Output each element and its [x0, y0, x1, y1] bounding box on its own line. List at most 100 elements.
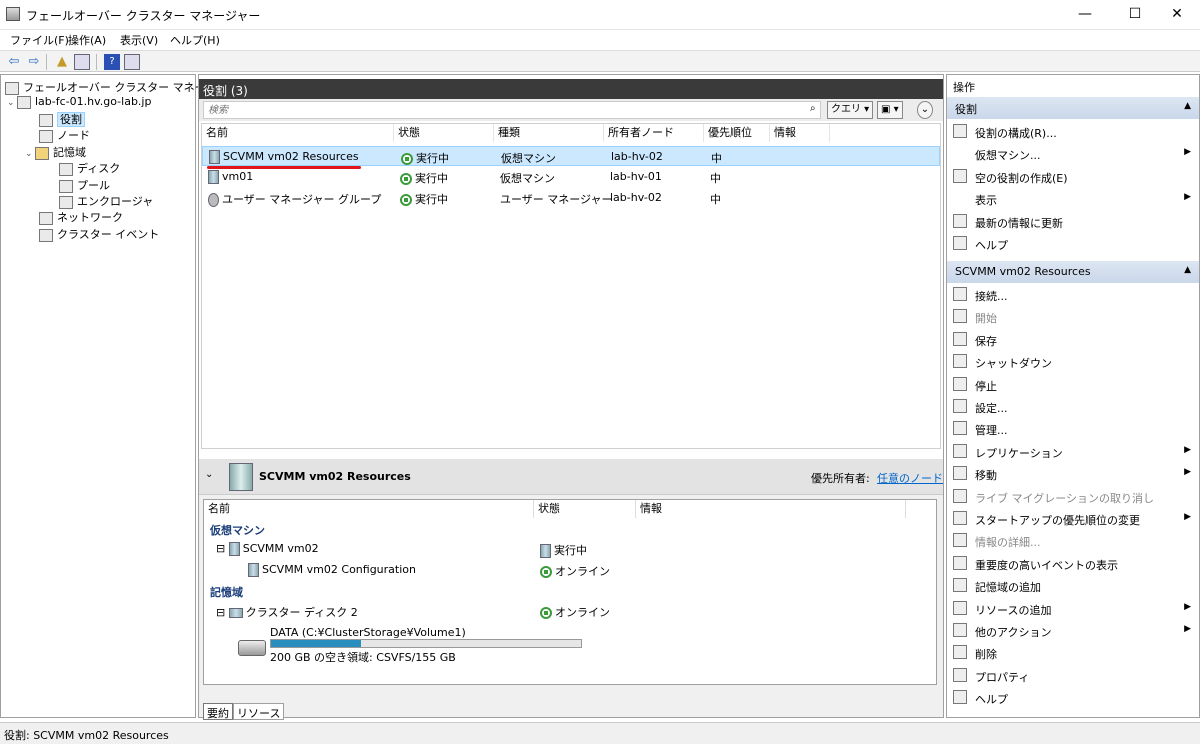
manage-icon [953, 421, 967, 436]
col-state[interactable]: 状態 [394, 124, 494, 142]
action-item[interactable]: 移動 ▶ [951, 463, 1197, 485]
action-item[interactable]: 情報の詳細... [951, 530, 1197, 552]
action-item[interactable]: シャットダウン [951, 351, 1197, 373]
show-action-pane-icon[interactable] [124, 54, 140, 70]
action-item[interactable]: 重要度の高いイベントの表示 [951, 553, 1197, 575]
actions-section-roles[interactable]: 役割 ▲ [947, 97, 1199, 119]
tree-item-storage[interactable]: ⌄ 記憶域 [25, 144, 86, 160]
back-icon[interactable]: ⇦ [6, 54, 22, 70]
collapse-chevron-icon[interactable]: ⌄ [205, 469, 213, 480]
col-info[interactable]: 情報 [636, 500, 906, 518]
tree-item-cluster[interactable]: ⌄ lab-fc-01.hv.go-lab.jp [7, 95, 151, 109]
tree-item-pools[interactable]: プール [59, 177, 110, 193]
col-priority[interactable]: 優先順位 [704, 124, 770, 142]
pools-icon [59, 179, 73, 193]
action-item[interactable]: ヘルプ [951, 233, 1197, 255]
forward-icon[interactable]: ⇨ [26, 54, 42, 70]
action-item[interactable]: 削除 [951, 642, 1197, 664]
close-button[interactable]: ✕ [1154, 0, 1200, 30]
table-row[interactable]: vm01 実行中 仮想マシン lab-hv-01 中 [202, 167, 940, 187]
collapse-up-icon[interactable]: ▲ [1184, 265, 1191, 275]
action-item[interactable]: 最新の情報に更新 [951, 211, 1197, 233]
action-item[interactable]: レプリケーション ▶ [951, 441, 1197, 463]
action-label: 情報の詳細... [975, 536, 1041, 550]
list-item[interactable]: SCVMM vm02 Configuration [248, 563, 416, 577]
action-item[interactable]: 他のアクション ▶ [951, 620, 1197, 642]
connect-icon [953, 287, 967, 301]
menu-help[interactable]: ヘルプ(H) [170, 32, 220, 48]
action-item[interactable]: スタートアップの優先順位の変更 ▶ [951, 508, 1197, 530]
preferred-owner-link[interactable]: 任意のノード [877, 470, 943, 486]
collapse-minus-icon[interactable]: ⊟ [216, 606, 225, 619]
action-item[interactable]: ヘルプ [951, 687, 1197, 709]
chevron-down-icon[interactable]: ⌄ [25, 149, 35, 159]
tree-item-networks[interactable]: ネットワーク [39, 209, 123, 225]
online-icon [540, 566, 552, 578]
search-icon[interactable]: ⌕ [807, 101, 819, 119]
action-item[interactable]: プロパティ [951, 665, 1197, 687]
col-name[interactable]: 名前 [202, 124, 394, 142]
submenu-arrow-icon: ▶ [1184, 624, 1191, 634]
maximize-button[interactable]: ☐ [1112, 0, 1158, 30]
col-type[interactable]: 種類 [494, 124, 604, 142]
cluster-manager-app-icon [6, 7, 20, 21]
col-owner[interactable]: 所有者ノード [604, 124, 704, 142]
col-name[interactable]: 名前 [204, 500, 534, 518]
menu-action[interactable]: 操作(A) [68, 32, 106, 48]
col-state[interactable]: 状態 [534, 500, 636, 518]
action-item[interactable]: リソースの追加 ▶ [951, 598, 1197, 620]
menu-file[interactable]: ファイル(F) [10, 32, 69, 48]
role-state: 実行中 [415, 193, 448, 206]
vm-name: SCVMM vm02 [242, 542, 319, 555]
action-item[interactable]: 仮想マシン... ▶ [951, 143, 1197, 165]
collapse-up-icon[interactable]: ▲ [1184, 101, 1191, 111]
action-item[interactable]: ライブ マイグレーションの取り消し [951, 486, 1197, 508]
action-item[interactable]: 役割の構成(R)... [951, 121, 1197, 143]
action-item[interactable]: 表示 ▶ [951, 188, 1197, 210]
table-row[interactable]: SCVMM vm02 Resources 実行中 仮想マシン lab-hv-02… [202, 146, 940, 169]
tab-resources[interactable]: リソース [233, 703, 285, 720]
cluster-manager-icon [5, 81, 19, 95]
title-bar: フェールオーバー クラスター マネージャー — ☐ ✕ [0, 0, 1200, 30]
tab-summary[interactable]: 要約 [203, 703, 233, 720]
tree-item-disks[interactable]: ディスク [59, 160, 120, 176]
collapse-minus-icon[interactable]: ⊟ [216, 542, 225, 555]
action-item[interactable]: 開始 [951, 306, 1197, 328]
vm-config-icon [248, 563, 259, 577]
disk-icon [228, 608, 243, 618]
tree-item-roles[interactable]: 役割 [39, 111, 85, 127]
minimize-button[interactable]: — [1062, 0, 1108, 30]
query-button[interactable]: クエリ ▾ [827, 101, 874, 119]
action-item[interactable]: 設定... [951, 396, 1197, 418]
list-item[interactable]: ⊟ SCVMM vm02 [216, 542, 319, 556]
configure-role-icon [953, 124, 967, 138]
actions-section-selected[interactable]: SCVMM vm02 Resources ▲ [947, 261, 1199, 283]
tree-item-events[interactable]: クラスター イベント [39, 226, 159, 242]
action-item[interactable]: 停止 [951, 374, 1197, 396]
action-item[interactable]: 空の役割の作成(E) [951, 166, 1197, 188]
vm-config-name: SCVMM vm02 Configuration [262, 563, 416, 576]
collapse-icon[interactable]: ⌄ [917, 101, 933, 119]
col-info[interactable]: 情報 [770, 124, 830, 142]
menu-view[interactable]: 表示(V) [120, 32, 158, 48]
submenu-arrow-icon: ▶ [1184, 601, 1191, 612]
networks-icon [39, 211, 53, 225]
action-item[interactable]: 接続... [951, 284, 1197, 306]
table-row[interactable]: ユーザー マネージャー グループ 実行中 ユーザー マネージャー lab-hv-… [202, 188, 940, 208]
actions-pane: 操作 役割 ▲ 役割の構成(R)... 仮想マシン... ▶ 空の役割の作成(E) 表示 ▶… [946, 74, 1200, 718]
action-label: 管理... [975, 424, 1008, 438]
action-label: ライブ マイグレーションの取り消し [975, 491, 1155, 505]
action-item[interactable]: 管理... [951, 418, 1197, 440]
vm-state-cell: 実行中 [540, 542, 587, 558]
search-input[interactable] [203, 101, 821, 119]
show-hide-tree-icon[interactable] [74, 54, 90, 70]
action-item[interactable]: 記憶域の追加 [951, 575, 1197, 597]
save-query-button[interactable]: ▣ ▾ [877, 101, 903, 119]
up-folder-icon[interactable]: ▲ [54, 54, 70, 70]
action-item[interactable]: 保存 [951, 329, 1197, 351]
tree-item-enclosures[interactable]: エンクロージャ [59, 193, 153, 209]
chevron-down-icon[interactable]: ⌄ [7, 98, 17, 108]
list-item[interactable]: ⊟ クラスター ディスク 2 [216, 604, 358, 620]
help-icon[interactable]: ? [104, 54, 120, 70]
tree-item-nodes[interactable]: ノード [39, 127, 90, 143]
